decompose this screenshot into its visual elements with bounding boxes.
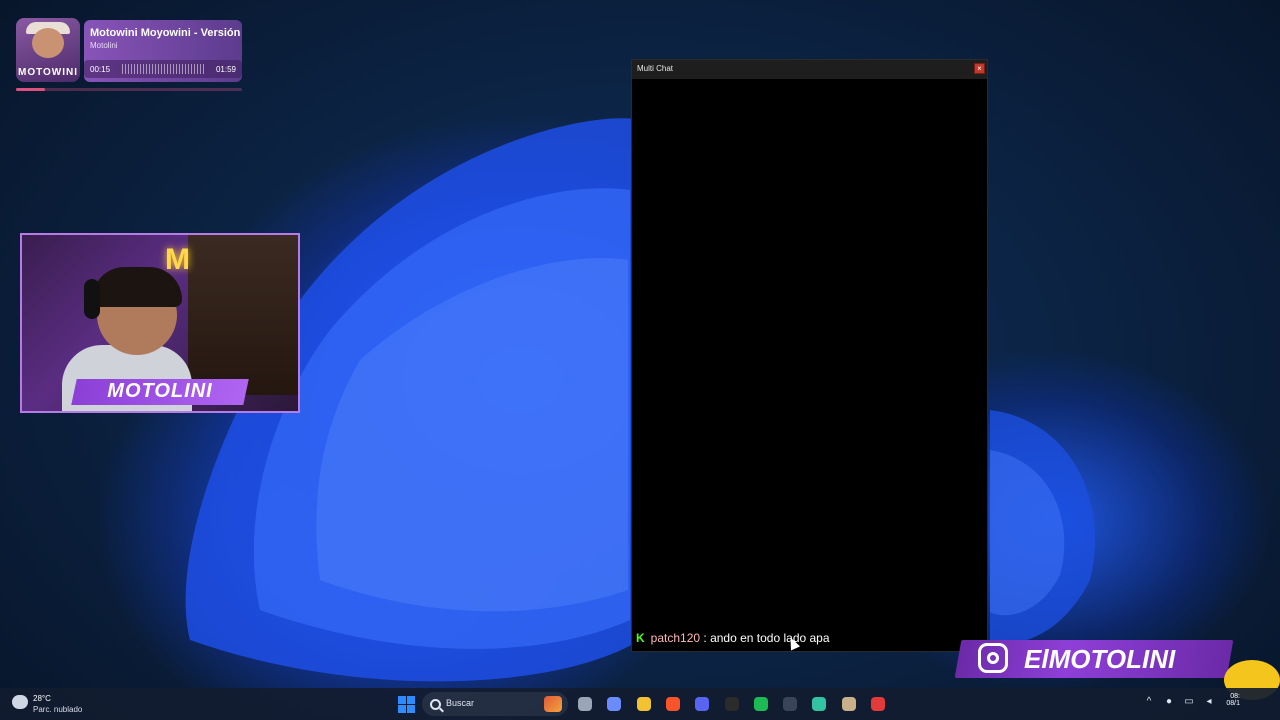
system-clock[interactable]: 08: 08/1 bbox=[1226, 693, 1240, 707]
weather-temperature: 28°C bbox=[33, 694, 51, 703]
kick-badge-icon: K bbox=[636, 631, 645, 645]
file-explorer-icon[interactable] bbox=[574, 693, 596, 715]
track-progress-fill bbox=[16, 88, 46, 91]
streamlabs-icon[interactable] bbox=[808, 693, 830, 715]
red-app-icon[interactable] bbox=[867, 693, 889, 715]
track-title: Motowini Moyowini - Versión bbox=[90, 27, 240, 39]
window-title: Multi Chat bbox=[637, 64, 674, 73]
taskbar-search[interactable]: Buscar bbox=[422, 692, 568, 716]
discord-icon[interactable] bbox=[691, 693, 713, 715]
copilot-icon[interactable] bbox=[603, 693, 625, 715]
system-tray[interactable]: ^ ● ▭ ◂ bbox=[1136, 696, 1216, 707]
brave-browser-icon[interactable] bbox=[662, 693, 684, 715]
instagram-handle: ElMOTOLINI bbox=[1024, 644, 1176, 674]
volume-icon[interactable]: ◂ bbox=[1202, 696, 1216, 707]
cover-logo-text: MOTOWINI bbox=[17, 67, 79, 78]
terminal-icon[interactable] bbox=[721, 693, 743, 715]
window-titlebar[interactable]: Multi Chat × bbox=[632, 60, 987, 79]
webcam-overlay: M MOTOLINI bbox=[20, 233, 300, 413]
chat-text: ando en todo lado apa bbox=[710, 631, 830, 645]
waveform bbox=[122, 64, 204, 74]
playback-bar: 00:15 01:59 bbox=[84, 60, 242, 78]
instagram-icon bbox=[978, 643, 1008, 673]
start-button[interactable] bbox=[395, 693, 417, 715]
chat-message: Kpatch120 : ando en todo lado apa bbox=[636, 631, 830, 645]
audio-mixer-icon[interactable] bbox=[779, 693, 801, 715]
chat-username[interactable]: patch120 bbox=[651, 631, 700, 645]
now-playing-panel: Motowini Moyowini - Versión Motolini 00:… bbox=[84, 20, 242, 82]
search-icon bbox=[430, 699, 441, 710]
webcam-background-door bbox=[188, 235, 298, 395]
weather-description: Parc. nublado bbox=[33, 705, 83, 714]
spotify-icon[interactable] bbox=[750, 693, 772, 715]
cloud-icon bbox=[12, 695, 28, 709]
search-highlight-icon bbox=[544, 696, 562, 712]
headset-icon bbox=[84, 279, 100, 319]
track-artist: Motolini bbox=[90, 41, 118, 50]
cover-face bbox=[32, 28, 64, 58]
now-playing-widget: MOTOWINI Motowini Moyowini - Versión Mot… bbox=[16, 18, 244, 92]
microphone-icon[interactable]: ● bbox=[1162, 696, 1176, 707]
multi-chat-window[interactable]: Multi Chat × Kpatch120 : ando en todo la… bbox=[631, 59, 988, 652]
windows-logo-icon bbox=[398, 696, 406, 704]
weather-widget[interactable]: 28°C Parc. nublado bbox=[10, 692, 100, 716]
track-progress bbox=[16, 88, 242, 91]
close-button[interactable]: × bbox=[974, 63, 985, 74]
folder-icon[interactable] bbox=[633, 693, 655, 715]
chevron-up-icon[interactable]: ^ bbox=[1142, 696, 1156, 707]
network-icon[interactable]: ▭ bbox=[1182, 696, 1196, 707]
current-time: 00:15 bbox=[90, 65, 111, 74]
track-duration: 01:59 bbox=[215, 65, 236, 74]
search-placeholder: Buscar bbox=[446, 698, 475, 708]
taskbar: 28°C Parc. nublado Buscar ^ ● ▭ ◂ 08: 08/1 bbox=[0, 688, 1280, 720]
album-cover: MOTOWINI bbox=[16, 18, 80, 82]
active-app-icon[interactable] bbox=[838, 693, 860, 715]
chat-separator: : bbox=[700, 631, 711, 645]
streamer-hair bbox=[92, 267, 182, 307]
clock-time: 08: bbox=[1230, 693, 1240, 700]
clock-date: 08/1 bbox=[1226, 700, 1240, 707]
streamer-name: MOTOLINI bbox=[107, 380, 213, 402]
neon-sign: M bbox=[165, 243, 190, 276]
